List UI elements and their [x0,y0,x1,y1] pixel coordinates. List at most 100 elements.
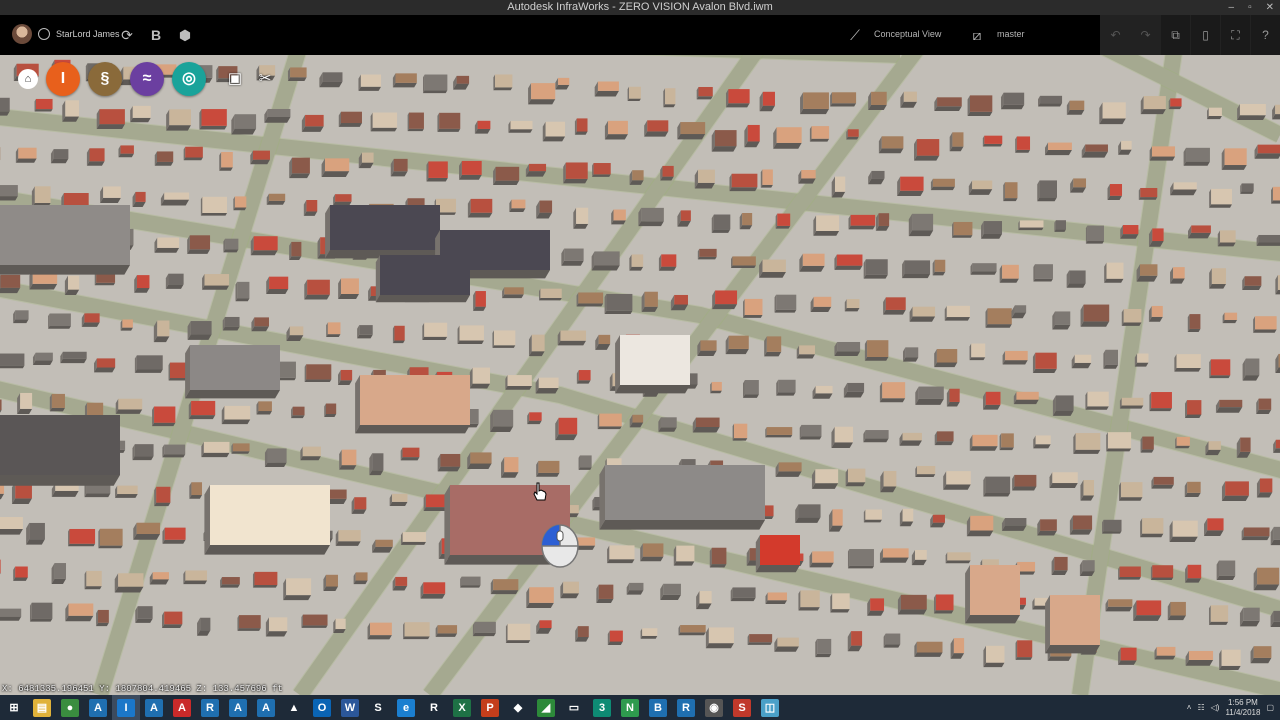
building-roof[interactable] [676,545,695,562]
taskbar-autocad-icon[interactable]: A [84,695,112,720]
building-roof[interactable] [1016,136,1031,150]
help-icon[interactable]: ? [1250,15,1280,55]
building-roof[interactable] [984,135,1003,144]
building-roof[interactable] [164,192,190,200]
building-roof[interactable] [190,321,212,335]
building-roof[interactable] [1085,144,1108,152]
building-roof[interactable] [402,447,420,458]
building-roof[interactable] [1120,647,1137,661]
building-roof[interactable] [767,592,788,601]
taskbar-bim360-icon[interactable]: B [644,695,672,720]
taskbar-revit-2-icon[interactable]: R [672,695,700,720]
building-roof[interactable] [190,345,280,390]
building-roof[interactable] [134,444,154,457]
building-roof[interactable] [305,114,324,127]
building-roof[interactable] [762,169,773,185]
building-roof[interactable] [867,340,889,357]
building-roof[interactable] [597,81,619,91]
building-roof[interactable] [0,559,1,574]
building-roof[interactable] [969,95,993,112]
building-roof[interactable] [1014,474,1037,487]
building-roof[interactable] [885,297,906,310]
building-roof[interactable] [846,299,860,309]
building-roof[interactable] [0,517,23,529]
building-roof[interactable] [970,515,994,531]
building-roof[interactable] [946,471,971,485]
building-roof[interactable] [269,617,288,632]
building-roof[interactable] [18,147,37,159]
building-roof[interactable] [609,630,623,642]
building-roof[interactable] [932,514,945,523]
building-roof[interactable] [252,150,270,160]
building-roof[interactable] [700,340,717,351]
building-roof[interactable] [1258,398,1272,410]
building-roof[interactable] [254,571,278,586]
building-roof[interactable] [493,330,516,346]
building-roof[interactable] [152,572,169,580]
building-roof[interactable] [1083,304,1110,322]
building-roof[interactable] [1119,566,1141,578]
building-roof[interactable] [1087,391,1109,407]
building-roof[interactable] [578,292,604,304]
building-roof[interactable] [404,622,430,637]
building-roof[interactable] [799,345,815,355]
building-roof[interactable] [832,593,850,610]
building-roof[interactable] [322,72,343,82]
building-roof[interactable] [1040,519,1057,531]
building-roof[interactable] [644,291,658,307]
building-roof[interactable] [324,158,350,172]
taskbar-app-circle-icon[interactable]: ◉ [700,695,728,720]
building-roof[interactable] [1211,188,1233,205]
building-roof[interactable] [1170,98,1182,107]
taskbar-green-app-icon[interactable]: ◢ [532,695,560,720]
building-roof[interactable] [1005,518,1027,526]
building-roof[interactable] [62,351,87,359]
bridge-tool-icon[interactable]: ≈ [130,62,164,96]
building-roof[interactable] [811,126,830,139]
building-roof[interactable] [1121,482,1143,498]
building-roof[interactable] [798,504,821,518]
building-roof[interactable] [1109,184,1123,196]
menu-icon[interactable] [38,28,50,40]
building-roof[interactable] [972,263,997,272]
building-roof[interactable] [1123,309,1142,323]
building-roof[interactable] [1275,439,1280,449]
building-roof[interactable] [510,120,533,130]
network-icon[interactable]: ☷ [1197,703,1204,712]
building-roof[interactable] [641,207,664,222]
building-roof[interactable] [156,486,171,503]
building-roof[interactable] [935,594,954,611]
building-roof[interactable] [1257,567,1280,585]
building-roof[interactable] [539,200,553,213]
maximize-button[interactable]: ▫ [1248,0,1252,15]
building-roof[interactable] [459,325,484,341]
building-roof[interactable] [747,124,760,142]
fullscreen-icon[interactable]: ⛶ [1220,15,1250,55]
building-roof[interactable] [89,148,105,162]
building-roof[interactable] [1239,103,1266,116]
building-roof[interactable] [1002,264,1019,279]
building-roof[interactable] [883,470,897,487]
building-roof[interactable] [0,399,2,411]
building-roof[interactable] [1210,359,1231,376]
building-roof[interactable] [564,248,584,261]
building-roof[interactable] [307,279,330,295]
building-roof[interactable] [135,191,146,202]
taskbar-edge-icon[interactable]: e [392,695,420,720]
building-roof[interactable] [1151,392,1172,409]
building-roof[interactable] [340,111,362,124]
building-roof[interactable] [817,638,832,654]
building-roof[interactable] [865,430,889,439]
taskbar-revit-icon[interactable]: R [196,695,224,720]
building-roof[interactable] [35,98,53,110]
building-roof[interactable] [1240,437,1251,452]
building-roof[interactable] [778,379,796,393]
minimize-button[interactable]: – [1229,0,1235,15]
building-roof[interactable] [545,121,566,137]
building-roof[interactable] [1172,520,1198,537]
building-roof[interactable] [0,274,21,288]
building-roof[interactable] [306,200,318,212]
building-roof[interactable] [1017,640,1033,658]
taskbar-autocad-3-icon[interactable]: A [168,695,196,720]
building-roof[interactable] [29,522,45,540]
